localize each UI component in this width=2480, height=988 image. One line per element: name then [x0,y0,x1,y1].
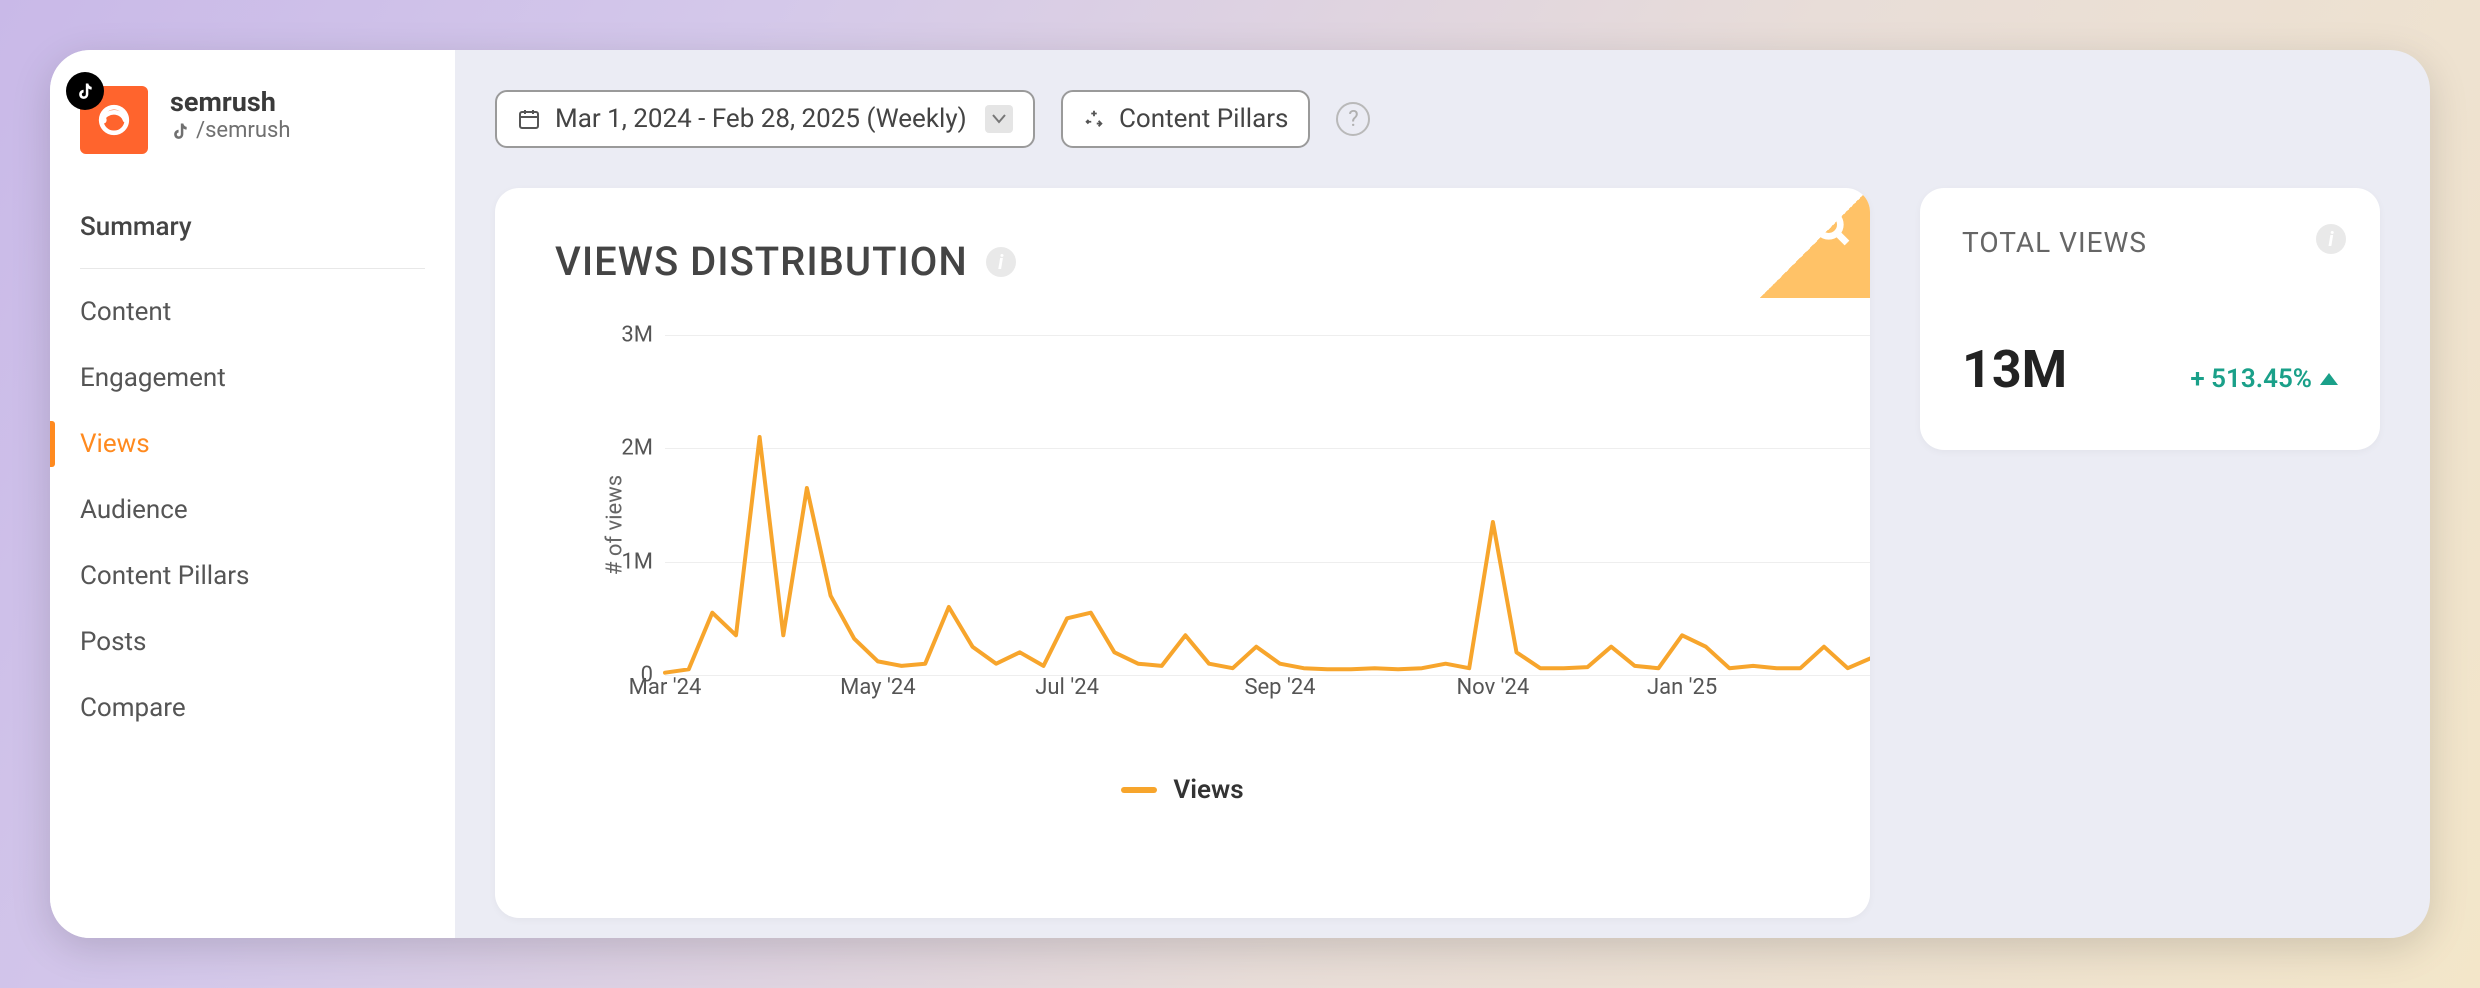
content-pillars-button[interactable]: Content Pillars [1061,90,1310,148]
calendar-icon [517,107,541,131]
sidebar-item-audience[interactable]: Audience [80,477,425,543]
total-views-value: 13M [1962,339,2067,400]
sidebar-item-engagement[interactable]: Engagement [80,345,425,411]
sidebar-item-compare[interactable]: Compare [80,675,425,741]
y-tick: 3M [621,323,653,348]
chart-title: VIEWS DISTRIBUTION [555,238,968,285]
sidebar-item-content-pillars[interactable]: Content Pillars [80,543,425,609]
help-icon[interactable]: ? [1336,102,1370,136]
date-range-text: Mar 1, 2024 - Feb 28, 2025 (Weekly) [555,104,967,134]
tiktok-badge-icon [66,72,104,110]
x-tick: May '24 [840,675,915,700]
x-tick: Mar '24 [629,675,702,700]
total-views-card: TOTAL VIEWS i 13M + 513.45% [1920,188,2380,450]
sidebar: semrush /semrush Summary ContentEngageme… [50,50,455,938]
y-tick: 1M [621,549,653,574]
total-views-label: TOTAL VIEWS [1962,226,2338,259]
legend-swatch-icon [1121,787,1157,793]
x-tick: Sep '24 [1244,675,1315,700]
chart-line [665,335,1870,675]
sidebar-item-content[interactable]: Content [80,279,425,345]
y-tick: 2M [621,436,653,461]
chart-legend: Views [555,775,1810,805]
topbar: Mar 1, 2024 - Feb 28, 2025 (Weekly) Cont… [495,90,2380,148]
chart-plot: # of views 01M2M3MMar '24May '24Jul '24S… [595,335,1810,715]
sidebar-nav: Summary ContentEngagementViewsAudienceCo… [50,184,455,741]
main-area: Mar 1, 2024 - Feb 28, 2025 (Weekly) Cont… [455,50,2430,938]
x-tick: Nov '24 [1456,675,1529,700]
content-pillars-label: Content Pillars [1119,104,1288,134]
brand-handle: /semrush [170,118,290,143]
date-range-picker[interactable]: Mar 1, 2024 - Feb 28, 2025 (Weekly) [495,90,1035,148]
info-icon[interactable]: i [986,247,1016,277]
views-distribution-card: VIEWS DISTRIBUTION i # of views 01M2M3MM… [495,188,1870,918]
search-icon [1812,208,1852,248]
total-views-delta: + 513.45% [2190,364,2338,394]
x-tick: Jul '24 [1035,675,1099,700]
sparkle-icon [1083,108,1105,130]
brand-block: semrush /semrush [50,86,455,184]
caret-up-icon [2320,373,2338,385]
sidebar-item-views[interactable]: Views [80,411,425,477]
brand-name: semrush [170,86,290,118]
sidebar-item-posts[interactable]: Posts [80,609,425,675]
card-search-button[interactable] [1760,188,1870,298]
chevron-down-icon [985,105,1013,133]
sidebar-item-summary[interactable]: Summary [80,194,425,269]
total-delta-text: + 513.45% [2190,364,2312,394]
legend-label: Views [1173,775,1243,805]
info-icon[interactable]: i [2316,224,2346,254]
brand-handle-text: /semrush [196,118,290,143]
x-tick: Jan '25 [1647,675,1717,700]
